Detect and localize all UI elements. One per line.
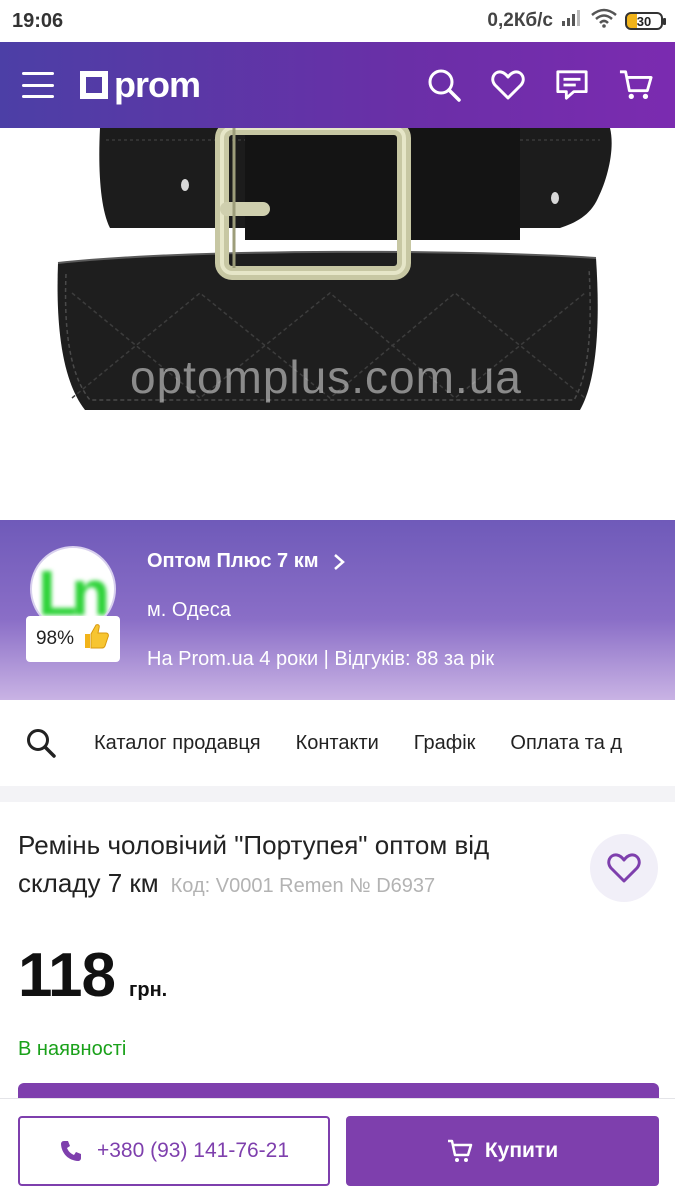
heart-icon[interactable] — [491, 68, 525, 102]
prom-logo[interactable]: prom — [80, 64, 201, 106]
nav-payment[interactable]: Оплата та д — [510, 732, 622, 755]
logo-text: prom — [114, 64, 201, 105]
bottom-action-bar: +380 (93) 141-76-21 Купити — [0, 1098, 675, 1200]
status-bar: 19:06 0,2Кб/с 30 — [0, 0, 675, 42]
seller-nav: Каталог продавця Контакти Графік Оплата … — [0, 700, 675, 786]
signal-icon — [561, 9, 583, 33]
section-divider — [0, 786, 675, 802]
cart-icon — [447, 1139, 473, 1162]
header-actions — [427, 68, 653, 102]
nav-contacts[interactable]: Контакти — [296, 732, 379, 755]
network-speed: 0,2Кб/с — [487, 10, 553, 31]
price-currency: грн. — [129, 979, 168, 1001]
status-indicators: 0,2Кб/с 30 — [487, 8, 666, 34]
seller-rating-badge: 98% — [26, 616, 120, 662]
menu-icon[interactable] — [22, 72, 54, 98]
seller-city: м. Одеса — [147, 599, 231, 621]
thumbs-up-icon — [82, 622, 110, 656]
phone-number: +380 (93) 141-76-21 — [96, 1139, 290, 1162]
product-title-block: Ремінь чоловічий "Портупея" оптом від ск… — [18, 826, 563, 905]
seller-name: Оптом Плюс 7 км — [147, 550, 319, 572]
logo-mark — [80, 71, 108, 99]
battery-icon: 30 — [625, 12, 666, 30]
buy-label: Купити — [484, 1139, 559, 1162]
seller-name-link[interactable]: Оптом Плюс 7 км — [147, 550, 345, 573]
call-seller-button[interactable]: +380 (93) 141-76-21 — [18, 1116, 330, 1186]
availability-status: В наявності — [18, 1038, 127, 1060]
product-image[interactable]: optomplus.com.ua — [0, 128, 675, 520]
product-price: 118 грн. — [18, 940, 167, 1011]
heart-icon — [607, 853, 641, 883]
status-time: 19:06 — [12, 9, 64, 32]
price-amount: 118 — [18, 941, 116, 1010]
add-to-favorites-button[interactable] — [590, 834, 658, 902]
search-icon[interactable] — [26, 727, 58, 759]
search-icon[interactable] — [427, 68, 461, 102]
app-header: prom — [0, 42, 675, 128]
product-code: Код: V0001 Remen № D6937 — [170, 875, 436, 897]
seller-meta: На Prom.ua 4 роки | Відгуків: 88 за рік — [147, 648, 495, 670]
seller-rating: 98% — [35, 628, 75, 649]
chat-icon[interactable] — [555, 68, 589, 102]
chevron-right-icon — [333, 553, 345, 570]
phone-icon — [60, 1141, 81, 1161]
nav-catalog[interactable]: Каталог продавця — [94, 732, 261, 755]
belt-illustration — [57, 128, 612, 410]
buy-button[interactable]: Купити — [346, 1116, 659, 1186]
image-watermark: optomplus.com.ua — [130, 351, 522, 403]
wifi-icon — [591, 8, 617, 34]
nav-schedule[interactable]: Графік — [414, 732, 476, 755]
cart-icon[interactable] — [619, 68, 653, 102]
seller-panel: Ln 98% Оптом Плюс 7 км м. Одеса На Prom.… — [0, 520, 675, 700]
